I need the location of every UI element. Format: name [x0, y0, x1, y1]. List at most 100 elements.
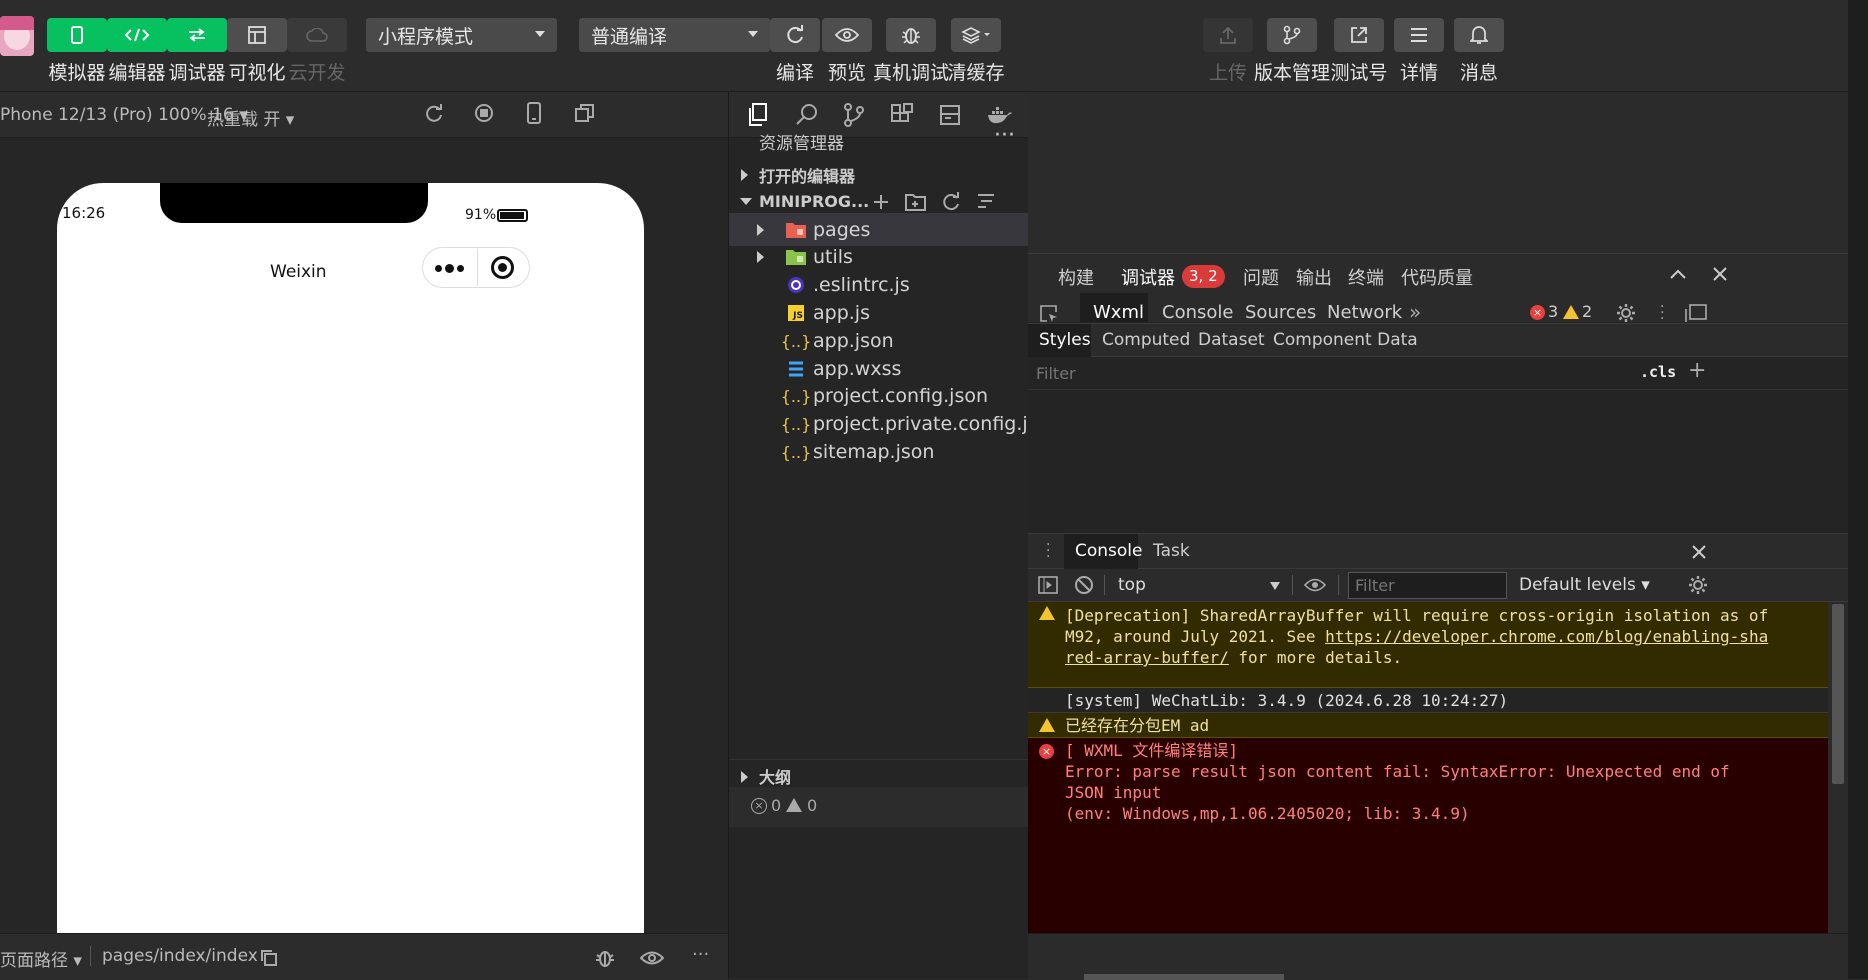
message-link[interactable]: red-array-buffer/: [1065, 648, 1229, 667]
refresh-icon: [787, 25, 803, 44]
stop-icon[interactable]: [474, 103, 494, 123]
context-select[interactable]: top: [1118, 575, 1146, 595]
tab-sources[interactable]: Sources: [1245, 302, 1316, 323]
message-text: M92, around July 2021. See: [1065, 627, 1326, 646]
test-id-button[interactable]: 测试号: [1331, 18, 1388, 85]
warning-count[interactable]: 2: [1582, 302, 1592, 321]
more-tabs-icon[interactable]: »: [1409, 300, 1421, 324]
storage-icon[interactable]: [939, 104, 961, 126]
messages-button[interactable]: 消息: [1454, 18, 1504, 85]
search-icon[interactable]: [795, 103, 819, 127]
tab-build[interactable]: 构建: [1058, 264, 1094, 290]
live-expression-eye-icon[interactable]: [1304, 578, 1326, 592]
error-status-icon: ×: [751, 798, 767, 814]
source-control-icon[interactable]: [843, 103, 865, 127]
close-mini-program-icon[interactable]: [491, 256, 514, 279]
bug-icon[interactable]: [594, 947, 616, 969]
dock-side-icon[interactable]: [1685, 304, 1707, 324]
chevron-up-icon[interactable]: [1670, 269, 1686, 279]
console-filter-input[interactable]: [1348, 572, 1507, 599]
menu-icon: [1411, 28, 1427, 42]
hot-reload-toggle[interactable]: 热重载 开 ▾: [207, 105, 294, 130]
clear-cache-button[interactable]: 清缓存: [948, 18, 1005, 85]
extensions-icon[interactable]: [890, 103, 914, 127]
debug-arrows-icon: [189, 28, 205, 42]
tab-computed[interactable]: Computed: [1102, 330, 1190, 350]
gear-icon[interactable]: [1616, 303, 1636, 323]
device-rotate-icon[interactable]: [526, 102, 542, 124]
refresh-icon[interactable]: [941, 192, 961, 212]
version-control-button[interactable]: 版本管理: [1254, 18, 1330, 85]
cls-toggle[interactable]: .cls: [1640, 363, 1676, 381]
mode-select[interactable]: 小程序模式: [366, 18, 557, 52]
close-icon[interactable]: [1712, 266, 1728, 282]
editor-status-bar: [1028, 933, 1848, 980]
new-folder-icon[interactable]: [905, 192, 927, 212]
cloud-button[interactable]: 云开发: [287, 18, 347, 85]
tree-item-sitemap[interactable]: {..} sitemap.json: [729, 435, 1029, 468]
docker-icon[interactable]: [987, 105, 1013, 125]
version-control-label: 版本管理: [1254, 62, 1331, 84]
branch-icon: [1283, 25, 1301, 45]
phone-screen: 16:26 91% Weixin: [57, 183, 644, 933]
drawer-menu-icon[interactable]: · · ·: [1046, 538, 1050, 564]
eslint-icon: [785, 274, 807, 296]
add-style-rule-button[interactable]: +: [1688, 358, 1706, 383]
tab-terminal[interactable]: 终端: [1348, 264, 1384, 290]
tab-console[interactable]: Console: [1162, 302, 1233, 323]
layout-icon: [248, 26, 266, 44]
editor-button[interactable]: 编辑器: [107, 18, 167, 85]
horizontal-scrollbar[interactable]: [1084, 974, 1284, 980]
log-levels-select[interactable]: Default levels ▾: [1519, 575, 1650, 595]
simulator-button[interactable]: 模拟器: [47, 18, 107, 85]
reload-icon[interactable]: [424, 103, 444, 123]
eye-icon[interactable]: [640, 951, 664, 965]
collapse-all-icon[interactable]: [976, 193, 996, 211]
styles-filter-input[interactable]: [1032, 361, 1627, 386]
warning-status-icon: [786, 798, 802, 812]
close-drawer-icon[interactable]: [1691, 544, 1707, 560]
console-scrollbar[interactable]: [1828, 602, 1848, 933]
tab-component-data[interactable]: Component Data: [1273, 330, 1418, 350]
kebab-menu-icon[interactable]: · · ·: [1660, 300, 1664, 326]
tab-styles[interactable]: Styles: [1039, 330, 1091, 350]
avatar[interactable]: [0, 16, 34, 56]
files-icon[interactable]: [747, 103, 769, 127]
more-dots-icon[interactable]: [435, 262, 465, 274]
console-settings-icon[interactable]: [1688, 575, 1708, 595]
tab-dataset[interactable]: Dataset: [1198, 330, 1265, 350]
more-icon[interactable]: ···: [692, 944, 709, 965]
sidebar-toggle-icon[interactable]: [1038, 575, 1058, 595]
drawer-tab-console[interactable]: Console: [1075, 541, 1143, 561]
upload-label: 上传: [1208, 62, 1247, 84]
error-count[interactable]: 3: [1548, 302, 1558, 321]
error-status-count: 0: [771, 796, 782, 815]
mode-select-value: 小程序模式: [378, 25, 474, 48]
tab-problems[interactable]: 问题: [1243, 264, 1279, 290]
tab-network[interactable]: Network: [1327, 302, 1402, 323]
copy-icon[interactable]: [260, 949, 278, 967]
message-link[interactable]: https://developer.chrome.com/blog/enabli…: [1325, 627, 1768, 646]
compile-mode-select[interactable]: 普通编译: [579, 18, 770, 52]
visual-button[interactable]: 可视化: [227, 18, 287, 85]
error-icon: ×: [1039, 744, 1054, 759]
styles-filter-bar: .cls +: [1028, 357, 1848, 390]
inspect-icon[interactable]: [1039, 304, 1059, 324]
clear-console-icon[interactable]: [1074, 575, 1094, 595]
details-button[interactable]: 详情: [1394, 18, 1444, 85]
bug-icon: [902, 28, 920, 44]
debugger-button[interactable]: 调试器: [167, 18, 227, 85]
upload-button[interactable]: 上传: [1203, 18, 1253, 85]
popout-window-icon[interactable]: [575, 103, 595, 123]
tab-code-quality[interactable]: 代码质量: [1401, 264, 1473, 290]
json-icon: {..}: [780, 442, 812, 462]
page-path-dropdown[interactable]: 页面路径 ▾: [0, 946, 82, 971]
more-actions-icon[interactable]: ···: [994, 123, 1015, 148]
preview-button[interactable]: 预览: [822, 18, 872, 85]
tab-wxml[interactable]: Wxml: [1093, 302, 1144, 323]
new-file-icon[interactable]: [872, 193, 890, 211]
tab-output[interactable]: 输出: [1296, 264, 1332, 290]
real-device-debug-button[interactable]: 真机调试: [873, 18, 949, 85]
compile-button[interactable]: 编译: [770, 18, 820, 85]
drawer-tab-task[interactable]: Task: [1153, 541, 1190, 561]
